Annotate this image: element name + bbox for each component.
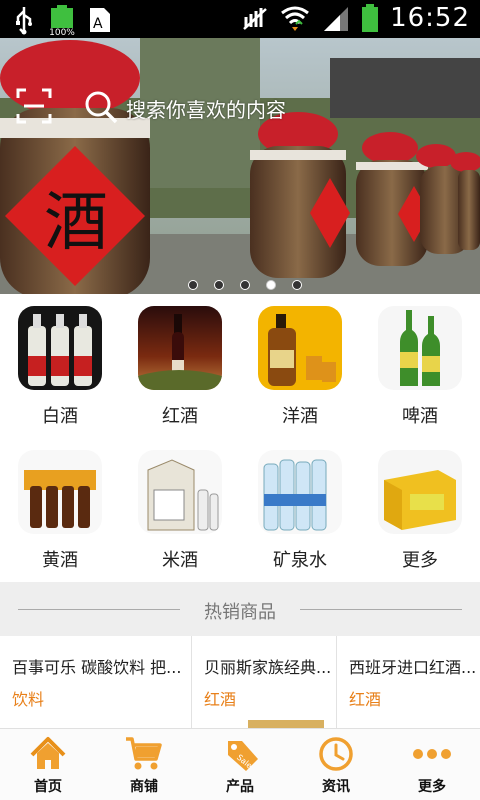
cart-icon <box>126 737 162 770</box>
category-label: 红酒 <box>162 406 198 427</box>
divider <box>300 609 462 610</box>
tab-label: 产品 <box>226 779 254 795</box>
battery-icon <box>362 4 379 32</box>
banner-image: 酒 <box>0 38 480 294</box>
mineral-water-image <box>258 450 342 534</box>
baijiu-bottles-image <box>18 306 102 390</box>
product-category: 饮料 <box>12 690 45 709</box>
tab-label: 资讯 <box>322 779 350 795</box>
carousel-indicators <box>0 278 480 290</box>
tab-label: 更多 <box>418 779 446 795</box>
tab-home[interactable]: 首页 <box>0 729 96 800</box>
tab-news[interactable]: 资讯 <box>288 729 384 800</box>
category-more[interactable]: 更多 <box>360 438 480 582</box>
product-name: 百事可乐 碳酸饮料 把... <box>12 658 182 677</box>
carousel-dot[interactable] <box>214 280 224 290</box>
huangjiu-image <box>18 450 102 534</box>
more-juice-box-image <box>378 450 462 534</box>
product-name: 贝丽斯家族经典... <box>204 658 332 677</box>
cell-signal-icon <box>324 7 349 31</box>
product-card[interactable]: 百事可乐 碳酸饮料 把... 饮料 <box>0 636 192 728</box>
usb-icon <box>16 7 32 35</box>
scan-icon[interactable] <box>16 88 52 124</box>
search-input[interactable]: 搜索你喜欢的内容 <box>126 94 286 123</box>
red-wine-image <box>138 306 222 390</box>
category-beer[interactable]: 啤酒 <box>360 294 480 438</box>
svg-text:A: A <box>93 16 103 32</box>
beer-image <box>378 306 462 390</box>
search-icon[interactable] <box>84 90 118 124</box>
tab-label: 商铺 <box>130 779 158 795</box>
tab-label: 首页 <box>34 779 62 795</box>
category-mineral-water[interactable]: 矿泉水 <box>240 438 360 582</box>
signal-muted-icon <box>243 8 267 30</box>
carousel-dot-active[interactable] <box>266 280 276 290</box>
carousel-dot[interactable] <box>188 280 198 290</box>
battery-full-icon: 100% <box>48 4 76 38</box>
product-card[interactable]: 贝丽斯家族经典... 红酒 <box>192 636 337 728</box>
carousel-dot[interactable] <box>240 280 250 290</box>
product-card[interactable]: 西班牙进口红酒... 红酒 <box>337 636 480 728</box>
carousel-dot[interactable] <box>292 280 302 290</box>
rice-wine-image <box>138 450 222 534</box>
bottom-tab-bar: 首页 商铺 Sale 产品 资讯 更多 <box>0 728 480 800</box>
product-name: 西班牙进口红酒... <box>349 658 477 677</box>
product-thumbnail <box>248 720 324 728</box>
tab-more[interactable]: 更多 <box>384 729 480 800</box>
category-rice-wine[interactable]: 米酒 <box>120 438 240 582</box>
product-list: 百事可乐 碳酸饮料 把... 饮料 贝丽斯家族经典... 红酒 西班牙进口红酒.… <box>0 636 480 728</box>
home-icon <box>30 737 66 769</box>
hot-section-title: 热销商品 <box>204 602 276 623</box>
tab-shops[interactable]: 商铺 <box>96 729 192 800</box>
status-bar: 100% A 16:52 <box>0 0 480 38</box>
category-label: 更多 <box>402 550 438 571</box>
search-bar[interactable]: 搜索你喜欢的内容 <box>0 88 480 128</box>
wifi-icon <box>281 6 309 31</box>
hot-section-header: 热销商品 <box>0 582 480 636</box>
battery-percent-text: 100% <box>49 28 75 38</box>
svg-text:酒: 酒 <box>44 186 108 260</box>
more-dots-icon <box>413 749 451 759</box>
category-label: 啤酒 <box>402 406 438 427</box>
product-category: 红酒 <box>204 690 237 709</box>
product-category: 红酒 <box>349 690 382 709</box>
category-label: 白酒 <box>42 406 78 427</box>
category-label: 米酒 <box>162 550 198 571</box>
banner-carousel[interactable]: 酒 搜索你喜欢的内容 <box>0 38 480 294</box>
tab-products[interactable]: Sale 产品 <box>192 729 288 800</box>
status-time: 16:52 <box>390 3 470 33</box>
category-label: 矿泉水 <box>273 550 327 571</box>
category-baijiu[interactable]: 白酒 <box>0 294 120 438</box>
keyboard-icon: A <box>90 8 110 32</box>
category-label: 洋酒 <box>282 406 318 427</box>
category-red-wine[interactable]: 红酒 <box>120 294 240 438</box>
clock-icon <box>319 737 353 771</box>
category-label: 黄酒 <box>42 550 78 571</box>
category-foreign-liquor[interactable]: 洋酒 <box>240 294 360 438</box>
sale-tag-icon: Sale <box>228 741 258 771</box>
category-grid: 白酒 红酒 洋酒 啤酒 黄酒 米酒 矿泉水 更多 <box>0 294 480 582</box>
whisky-image <box>258 306 342 390</box>
category-huangjiu[interactable]: 黄酒 <box>0 438 120 582</box>
